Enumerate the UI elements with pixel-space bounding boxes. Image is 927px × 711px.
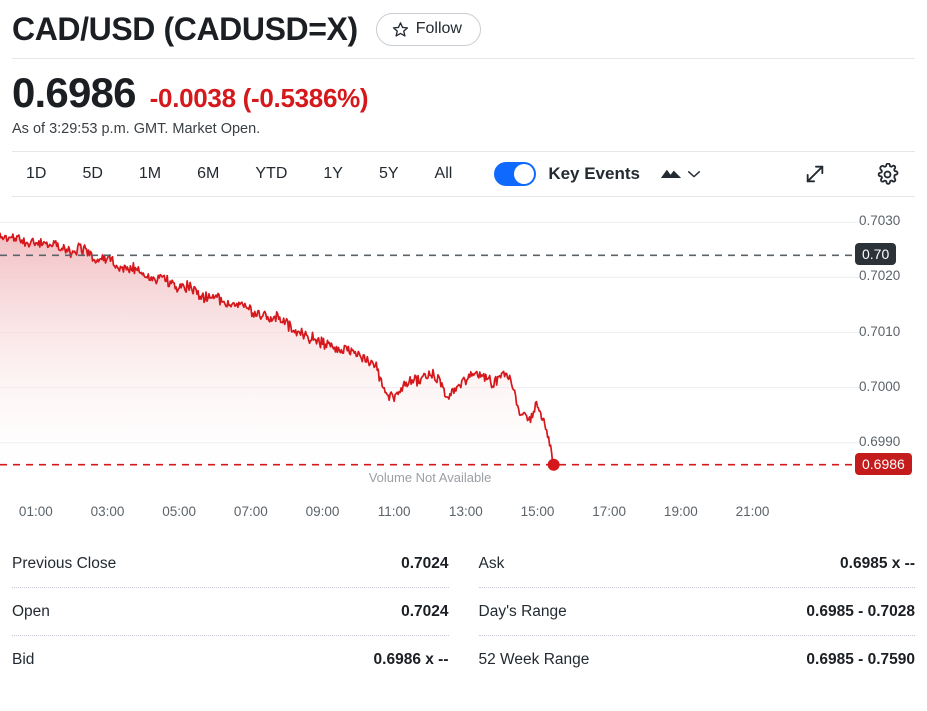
stat-label: Previous Close (12, 554, 117, 572)
follow-button[interactable]: Follow (375, 12, 481, 46)
stat-row-52-week-range: 52 Week Range 0.6985 - 0.7590 (479, 636, 916, 684)
x-axis-tick-4: 09:00 (305, 504, 340, 520)
stat-label: 52 Week Range (478, 651, 590, 669)
stat-value: 0.6986 x -- (373, 651, 449, 669)
y-axis-label-2: 0.7010 (859, 323, 901, 339)
stat-row-previous-close: Previous Close 0.7024 (12, 540, 449, 589)
stat-value: 0.7024 (401, 602, 449, 620)
range-button-6m[interactable]: 6M (187, 160, 229, 188)
x-axis-tick-1: 03:00 (90, 504, 125, 520)
star-outline-icon (392, 21, 409, 38)
x-axis-tick-10: 21:00 (735, 504, 770, 520)
chevron-down-icon (687, 167, 701, 182)
toggle-knob (514, 164, 535, 185)
x-axis-tick-0: 01:00 (18, 504, 53, 520)
previous-close-badge: 0.70 (855, 243, 897, 266)
stat-label: Open (12, 602, 50, 620)
y-axis-label-0: 0.7030 (859, 213, 901, 229)
range-button-5y[interactable]: 5Y (369, 160, 409, 188)
range-button-all[interactable]: All (425, 160, 463, 188)
chart-toolbar-wrap: 1D 5D 1M 6M YTD 1Y 5Y All Key Events (0, 137, 927, 198)
range-button-5d[interactable]: 5D (72, 160, 112, 188)
expand-diagonal-icon[interactable] (802, 161, 828, 187)
y-axis-label-4: 0.6990 (859, 433, 901, 449)
stat-row-bid: Bid 0.6986 x -- (12, 636, 449, 684)
stat-row-ask: Ask 0.6985 x -- (478, 540, 915, 589)
chart-type-selector[interactable] (658, 163, 703, 185)
x-axis: 01:00 03:00 05:00 07:00 09:00 11:00 13:00 15:00… (0, 498, 860, 532)
x-axis-tick-7: 15:00 (520, 504, 555, 520)
stat-label: Day's Range (478, 602, 567, 620)
stats-column-right: Ask 0.6985 x -- Day's Range 0.6985 - 0.7… (478, 540, 916, 684)
range-button-1m[interactable]: 1M (129, 160, 171, 188)
x-axis-tick-6: 13:00 (448, 504, 483, 520)
current-price: 0.6986 (12, 69, 136, 116)
price-change: -0.0038 (-0.5386%) (149, 83, 369, 113)
chart-toolbar: 1D 5D 1M 6M YTD 1Y 5Y All Key Events (12, 151, 915, 198)
quote-statistics: Previous Close 0.7024 Open 0.7024 Bid 0.… (0, 532, 927, 684)
key-events-toggle[interactable] (494, 162, 537, 187)
page-title: CAD/USD (CADUSD=X) (12, 10, 358, 47)
mountain-chart-icon (660, 165, 682, 183)
range-button-ytd[interactable]: YTD (245, 160, 297, 188)
stat-value: 0.6985 x -- (840, 554, 915, 572)
volume-note: Volume Not Available (368, 470, 492, 486)
page-header: CAD/USD (CADUSD=X) Follow (0, 0, 927, 52)
gear-icon[interactable] (874, 161, 901, 188)
y-axis-label-3: 0.7000 (859, 378, 901, 394)
stat-row-days-range: Day's Range 0.6985 - 0.7028 (478, 588, 915, 637)
x-axis-tick-3: 07:00 (233, 504, 268, 520)
x-axis-tick-2: 05:00 (162, 504, 197, 520)
y-axis-label-1: 0.7020 (859, 268, 901, 284)
stat-label: Ask (478, 554, 505, 572)
current-price-marker (547, 458, 560, 471)
stats-column-left: Previous Close 0.7024 Open 0.7024 Bid 0.… (12, 540, 449, 684)
x-axis-tick-9: 19:00 (663, 504, 698, 520)
market-status-text: As of 3:29:53 p.m. GMT. Market Open. (12, 121, 261, 138)
follow-button-label: Follow (415, 20, 462, 37)
key-events-label: Key Events (548, 164, 640, 184)
current-price-badge: 0.6986 (855, 452, 912, 475)
range-button-1y[interactable]: 1Y (313, 160, 353, 188)
stat-label: Bid (12, 651, 35, 669)
stat-value: 0.6985 - 0.7028 (806, 602, 915, 620)
range-button-1d[interactable]: 1D (16, 160, 56, 188)
x-axis-tick-8: 17:00 (592, 504, 627, 520)
toolbar-right-icons (802, 161, 911, 188)
stat-row-open: Open 0.7024 (12, 588, 449, 637)
stat-value: 0.6985 - 0.7590 (806, 651, 915, 669)
stat-value: 0.7024 (401, 554, 449, 572)
price-chart-svg (0, 221, 860, 474)
price-chart[interactable]: 0.7030 0.7020 0.7010 0.7000 0.6990 0.70 … (0, 203, 927, 498)
quote-price-block: 0.6986 -0.0038 (-0.5386%) (0, 59, 927, 115)
chart-area-fill (0, 233, 554, 474)
x-axis-tick-5: 11:00 (377, 504, 411, 520)
quote-page: CAD/USD (CADUSD=X) Follow 0.6986 -0.0038… (0, 0, 927, 711)
